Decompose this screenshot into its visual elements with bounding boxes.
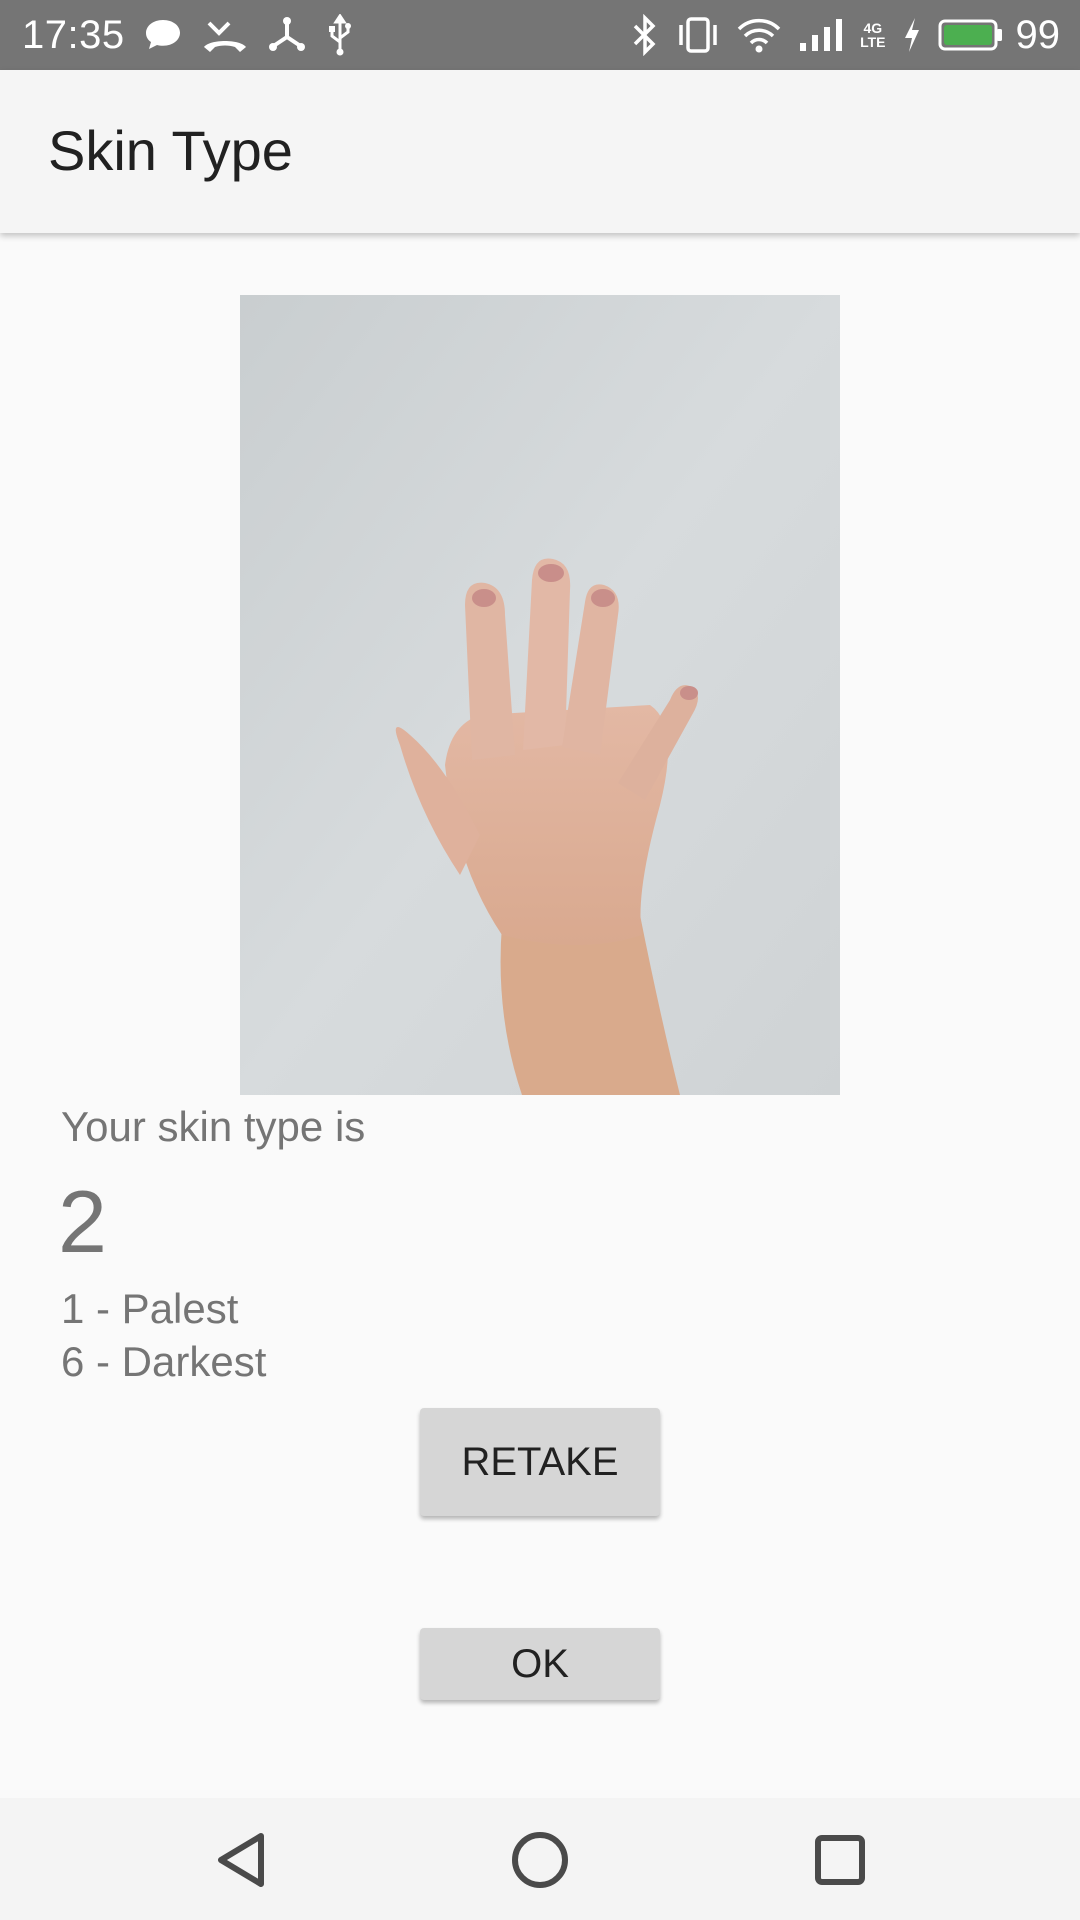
wifi-icon (736, 16, 782, 54)
ok-button[interactable]: OK (420, 1628, 660, 1700)
signal-icon (798, 17, 846, 53)
result-label: Your skin type is (61, 1103, 366, 1150)
chat-bubble-icon (143, 17, 183, 53)
usb-icon (325, 14, 355, 56)
page-title: Skin Type (48, 119, 293, 182)
recents-icon[interactable] (808, 1828, 872, 1892)
battery-icon (938, 18, 1004, 52)
navigation-bar (0, 1798, 1080, 1920)
usb-tether-icon (267, 15, 307, 55)
vibrate-icon (676, 15, 720, 55)
home-icon[interactable] (508, 1828, 572, 1892)
missed-call-icon (201, 17, 249, 53)
bluetooth-icon (630, 14, 660, 56)
status-bar: 17:35 4G LTE 99 (0, 0, 1080, 70)
battery-level: 99 (1015, 12, 1061, 57)
back-icon[interactable] (209, 1828, 273, 1892)
retake-button[interactable]: RETAKE (420, 1408, 660, 1516)
charging-icon (902, 16, 922, 54)
app-bar: Skin Type (0, 70, 1080, 233)
scale-low-label: 1 - Palest (61, 1285, 239, 1332)
network-type-badge: 4G LTE (860, 20, 886, 50)
skin-type-value: 2 (58, 1172, 107, 1271)
status-time: 17:35 (22, 12, 125, 57)
hand-photo (240, 295, 840, 1095)
scale-high-label: 6 - Darkest (61, 1338, 267, 1385)
